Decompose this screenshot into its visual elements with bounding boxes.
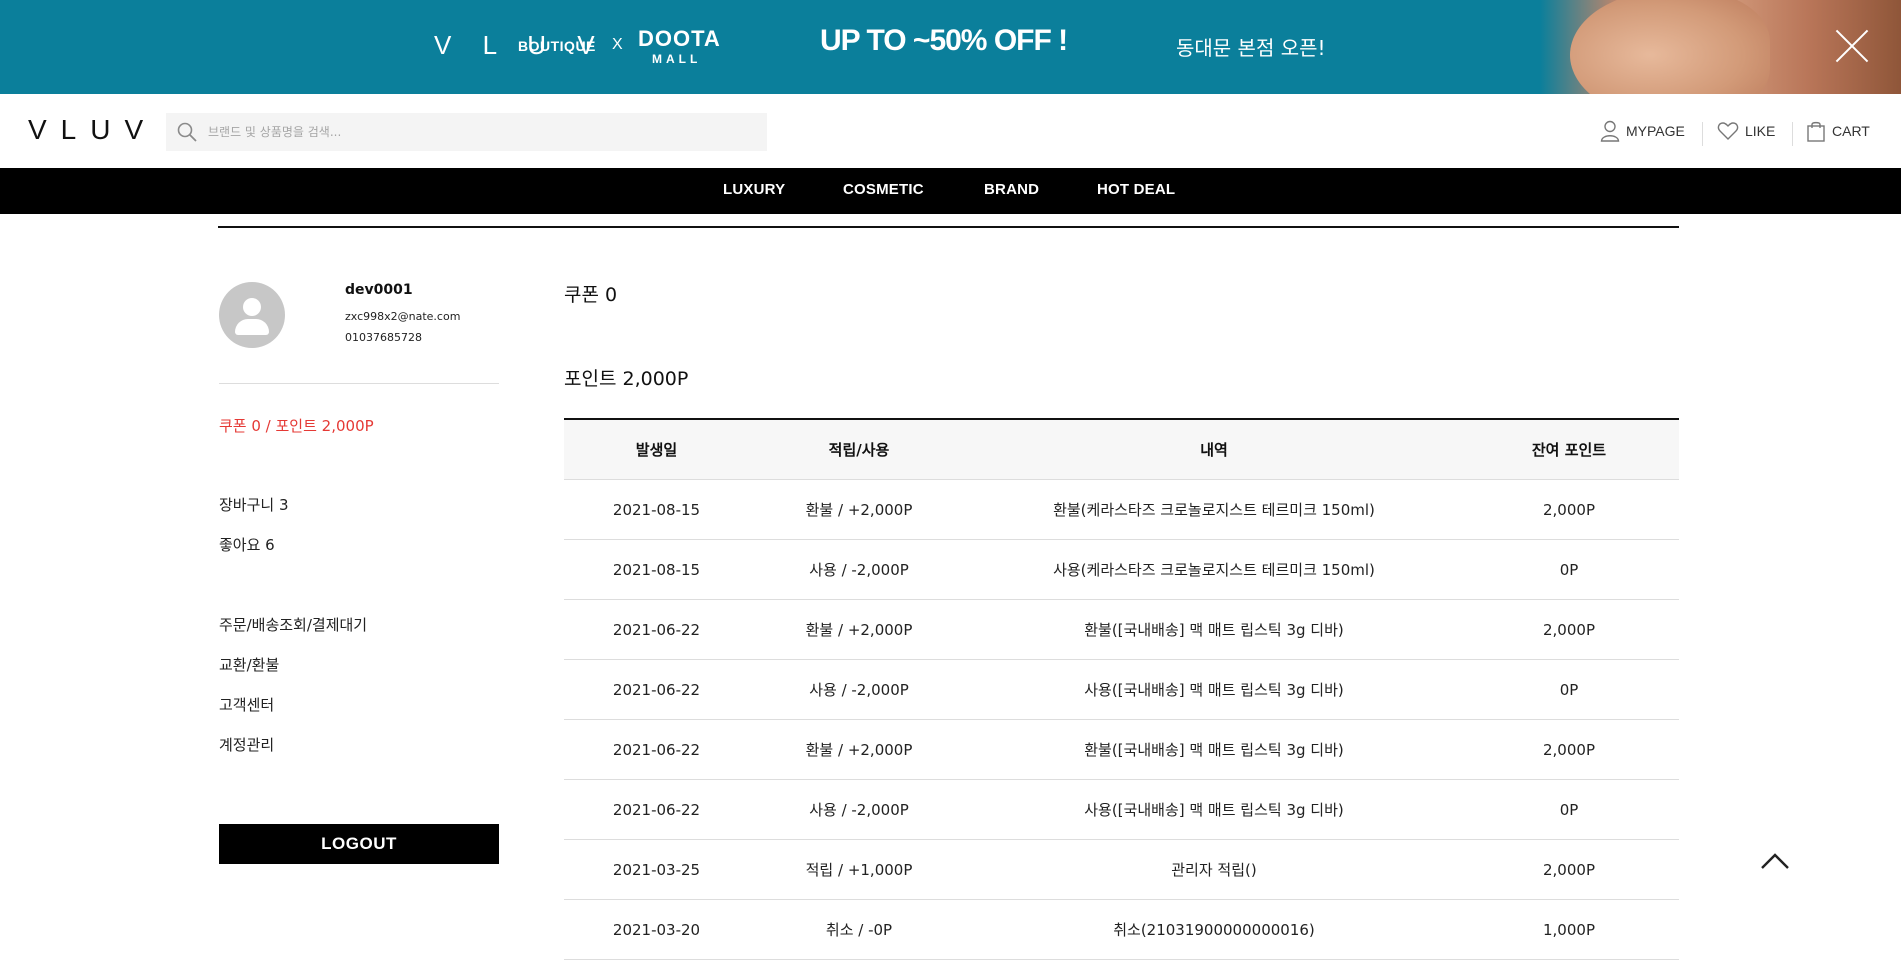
row-type: 사용 / -2,000P xyxy=(809,681,909,699)
user-phone: 01037685728 xyxy=(345,331,422,344)
row-balance: 1,000P xyxy=(1543,921,1595,939)
search-input[interactable] xyxy=(206,113,756,151)
row-balance: 2,000P xyxy=(1543,861,1595,879)
site-header: VLUV MYPAGE LIKE CART xyxy=(0,94,1901,168)
cart-label: CART xyxy=(1832,123,1870,139)
sidebar-item-exchange-refund[interactable]: 교환/환불 xyxy=(219,654,279,675)
util-divider xyxy=(1792,122,1793,146)
row-date: 2021-06-22 xyxy=(612,621,701,639)
row-detail: 사용([국내배송] 맥 매트 립스틱 3g 디바) xyxy=(1084,801,1344,819)
table-row: 2021-03-20 취소 / -0P 취소(21031900000000016… xyxy=(564,900,1679,960)
site-logo[interactable]: VLUV xyxy=(28,114,157,146)
table-row: 2021-06-22 사용 / -2,000P 사용([국내배송] 맥 매트 립… xyxy=(564,780,1679,840)
row-balance: 0P xyxy=(1559,681,1579,699)
row-type: 취소 / -0P xyxy=(825,921,893,939)
sidebar-item-coupon-point[interactable]: 쿠폰 0 / 포인트 2,000P xyxy=(219,415,374,436)
row-balance: 0P xyxy=(1559,801,1579,819)
banner-x: X xyxy=(612,36,623,53)
table-row: 2021-08-15 환불 / +2,000P 환불(케라스타즈 크로놀로지스트… xyxy=(564,480,1679,540)
promo-banner[interactable]: V L U V BOUTIQUE X DOOTA MALL UP TO ~50%… xyxy=(0,0,1901,94)
row-balance: 2,000P xyxy=(1543,501,1595,519)
row-balance: 0P xyxy=(1559,561,1579,579)
table-row: 2021-08-15 사용 / -2,000P 사용(케라스타즈 크로놀로지스트… xyxy=(564,540,1679,600)
point-title: 포인트 2,000P xyxy=(564,368,689,390)
col-balance: 잔여 포인트 xyxy=(1531,441,1607,459)
row-date: 2021-06-22 xyxy=(612,681,701,699)
table-row: 2021-06-22 환불 / +2,000P 환불([국내배송] 맥 매트 립… xyxy=(564,720,1679,780)
row-detail: 환불([국내배송] 맥 매트 립스틱 3g 디바) xyxy=(1084,621,1344,639)
content-top-divider xyxy=(218,226,1679,228)
sidebar-item-cart[interactable]: 장바구니 3 xyxy=(219,494,289,515)
banner-partner-top: DOOTA xyxy=(638,26,721,51)
main-navigation: LUXURY COSMETIC BRAND HOT DEAL xyxy=(0,168,1901,214)
like-label: LIKE xyxy=(1745,123,1776,139)
row-type: 환불 / +2,000P xyxy=(805,621,913,639)
user-email: zxc998x2@nate.com xyxy=(345,310,461,323)
avatar xyxy=(219,282,285,348)
row-detail: 취소(21031900000000016) xyxy=(1113,921,1315,939)
banner-boutique: BOUTIQUE xyxy=(518,38,596,54)
like-link[interactable]: LIKE xyxy=(1717,120,1775,142)
coupon-title: 쿠폰 0 xyxy=(564,284,618,306)
row-date: 2021-03-25 xyxy=(612,861,701,879)
row-balance: 2,000P xyxy=(1543,621,1595,639)
row-detail: 환불([국내배송] 맥 매트 립스틱 3g 디바) xyxy=(1084,741,1344,759)
row-date: 2021-08-15 xyxy=(612,501,701,519)
cart-link[interactable]: CART xyxy=(1806,120,1870,142)
row-type: 환불 / +2,000P xyxy=(805,741,913,759)
table-header-row: 발생일 적립/사용 내역 잔여 포인트 xyxy=(564,420,1679,480)
nav-luxury[interactable]: LUXURY xyxy=(723,181,785,198)
row-detail: 환불(케라스타즈 크로놀로지스트 테르미크 150ml) xyxy=(1053,501,1375,519)
sidebar-item-customer-center[interactable]: 고객센터 xyxy=(219,694,274,715)
point-history-table: 발생일 적립/사용 내역 잔여 포인트 2021-08-15 환불 / +2,0… xyxy=(564,418,1679,960)
row-detail: 사용(케라스타즈 크로놀로지스트 테르미크 150ml) xyxy=(1053,561,1375,579)
sidebar-divider xyxy=(219,383,499,384)
banner-sale-text: UP TO ~50% OFF ! xyxy=(820,24,1068,57)
row-date: 2021-03-20 xyxy=(612,921,701,939)
table-row: 2021-06-22 환불 / +2,000P 환불([국내배송] 맥 매트 립… xyxy=(564,600,1679,660)
sidebar-item-orders[interactable]: 주문/배송조회/결제대기 xyxy=(219,614,367,635)
logout-button[interactable]: LOGOUT xyxy=(219,824,499,864)
table-row: 2021-06-22 사용 / -2,000P 사용([국내배송] 맥 매트 립… xyxy=(564,660,1679,720)
shopping-bag-icon xyxy=(1807,121,1825,142)
mypage-link[interactable]: MYPAGE xyxy=(1600,120,1685,142)
row-date: 2021-08-15 xyxy=(612,561,701,579)
table-row: 2021-03-25 적립 / +1,000P 관리자 적립() 2,000P xyxy=(564,840,1679,900)
row-type: 사용 / -2,000P xyxy=(809,801,909,819)
row-detail: 관리자 적립() xyxy=(1171,861,1257,879)
row-type: 사용 / -2,000P xyxy=(809,561,909,579)
mypage-label: MYPAGE xyxy=(1626,123,1685,139)
close-icon[interactable] xyxy=(1834,28,1870,64)
sidebar-item-account[interactable]: 계정관리 xyxy=(219,734,274,755)
row-date: 2021-06-22 xyxy=(612,741,701,759)
search-icon[interactable] xyxy=(176,121,198,143)
sidebar-item-like[interactable]: 좋아요 6 xyxy=(219,534,275,555)
col-detail: 내역 xyxy=(1200,441,1228,459)
nav-brand[interactable]: BRAND xyxy=(984,181,1039,198)
row-detail: 사용([국내배송] 맥 매트 립스틱 3g 디바) xyxy=(1084,681,1344,699)
row-type: 환불 / +2,000P xyxy=(805,501,913,519)
col-date: 발생일 xyxy=(635,441,678,459)
banner-partner-bottom: MALL xyxy=(652,52,702,66)
util-divider xyxy=(1702,122,1703,146)
row-date: 2021-06-22 xyxy=(612,801,701,819)
row-type: 적립 / +1,000P xyxy=(805,861,913,879)
user-icon xyxy=(1600,120,1620,142)
col-type: 적립/사용 xyxy=(828,441,890,459)
nav-hot-deal[interactable]: HOT DEAL xyxy=(1097,181,1175,198)
user-id: dev0001 xyxy=(345,282,413,298)
scroll-to-top-icon[interactable] xyxy=(1758,850,1792,872)
heart-icon xyxy=(1717,122,1739,140)
banner-open-text: 동대문 본점 오픈! xyxy=(1176,36,1326,60)
nav-cosmetic[interactable]: COSMETIC xyxy=(843,181,924,198)
row-balance: 2,000P xyxy=(1543,741,1595,759)
search-bar[interactable] xyxy=(166,113,767,151)
